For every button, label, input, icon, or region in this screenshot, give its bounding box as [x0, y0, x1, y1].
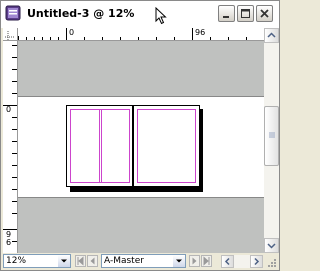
horizontal-ruler[interactable]: 0 96 — [18, 28, 264, 41]
page-dropdown-button[interactable] — [173, 255, 185, 267]
ruler-ticks — [3, 45, 17, 242]
vertical-scrollbar[interactable] — [264, 28, 279, 253]
scroll-down-button[interactable] — [264, 238, 279, 253]
vertical-ruler[interactable]: 0 9 6 — [3, 41, 18, 253]
maximize-icon — [241, 9, 250, 18]
ruler-label-0-vertical: 0 — [6, 105, 12, 114]
ruler-label-0: 0 — [69, 28, 75, 37]
page-spread[interactable] — [66, 105, 206, 193]
pasteboard-bottom[interactable] — [18, 197, 264, 253]
page-dropdown[interactable]: A-Master — [101, 254, 186, 268]
first-page-icon — [77, 256, 84, 266]
maximize-button[interactable] — [237, 5, 254, 22]
scroll-thumb[interactable] — [264, 106, 279, 166]
scroll-left-button[interactable] — [221, 255, 234, 268]
previous-page-icon — [90, 257, 95, 265]
ruler-origin[interactable] — [3, 28, 18, 41]
document-canvas[interactable] — [18, 41, 264, 253]
chevron-down-icon — [176, 259, 182, 263]
close-icon — [260, 9, 269, 18]
first-page-button[interactable] — [75, 255, 86, 267]
right-page — [133, 105, 200, 187]
last-page-button[interactable] — [201, 255, 212, 267]
zoom-value: 12% — [6, 256, 27, 266]
mouse-cursor-icon — [155, 7, 167, 25]
scroll-up-button[interactable] — [264, 28, 279, 43]
minimize-icon — [223, 16, 229, 18]
document-window: Untitled-3 @ 12% 0 96 0 9 6 12% A-Master — [0, 0, 280, 271]
arrow-left-icon — [224, 257, 230, 266]
window-title: Untitled-3 @ 12% — [27, 7, 135, 20]
arrow-up-icon — [267, 32, 276, 38]
ruler-ticks — [18, 28, 247, 40]
pasteboard-top[interactable] — [18, 41, 264, 97]
zoom-dropdown-button[interactable] — [58, 255, 70, 267]
next-page-button[interactable] — [189, 255, 200, 267]
document-icon — [5, 5, 21, 21]
next-page-icon — [192, 257, 197, 265]
zoom-dropdown[interactable]: 12% — [3, 254, 71, 268]
close-button[interactable] — [256, 5, 273, 22]
scroll-right-button[interactable] — [250, 255, 263, 268]
ruler-label-96-vertical: 9 6 — [6, 230, 12, 247]
resize-grip-icon[interactable] — [265, 256, 277, 268]
status-bar: 12% A-Master — [1, 253, 279, 270]
minimize-button[interactable] — [218, 5, 235, 22]
crosshair-icon — [5, 31, 15, 40]
horizontal-scrollbar[interactable] — [221, 255, 263, 268]
page-value: A-Master — [104, 256, 144, 266]
arrow-right-icon — [254, 257, 260, 266]
ruler-label-96: 96 — [195, 28, 206, 37]
title-bar[interactable]: Untitled-3 @ 12% — [1, 1, 279, 28]
last-page-icon — [203, 256, 210, 266]
arrow-down-icon — [267, 243, 276, 249]
previous-page-button[interactable] — [87, 255, 98, 267]
chevron-down-icon — [61, 259, 67, 263]
